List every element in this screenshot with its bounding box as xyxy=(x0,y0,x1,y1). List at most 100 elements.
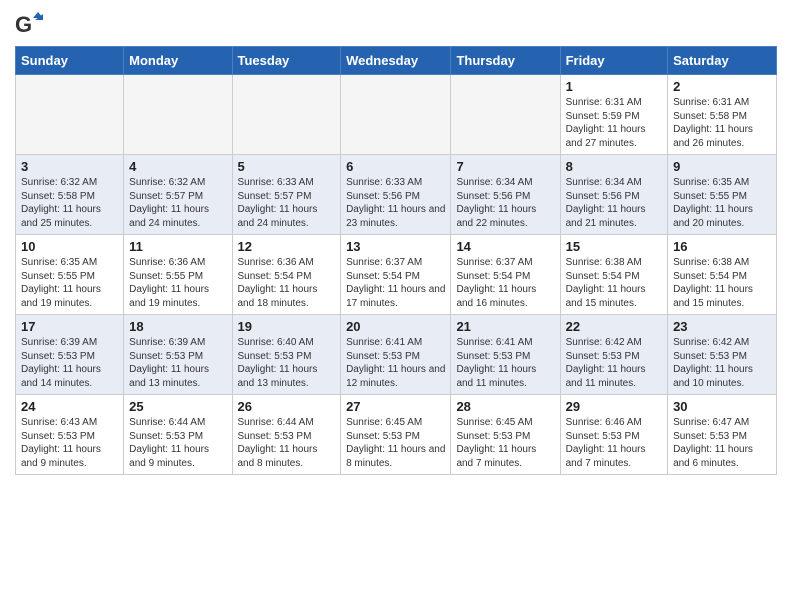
day-number: 11 xyxy=(129,239,226,254)
day-detail: Sunrise: 6:46 AM Sunset: 5:53 PM Dayligh… xyxy=(566,416,662,470)
calendar-cell: 18 Sunrise: 6:39 AM Sunset: 5:53 PM Dayli… xyxy=(124,315,232,395)
day-detail: Sunrise: 6:44 AM Sunset: 5:53 PM Dayligh… xyxy=(129,416,226,470)
logo-icon: G xyxy=(15,10,43,38)
day-number: 8 xyxy=(566,159,662,174)
calendar-cell: 19Sunrise: 6:40 AM Sunset: 5:53 PM Dayli… xyxy=(232,315,341,395)
logo: G xyxy=(15,10,47,38)
day-detail: Sunrise: 6:35 AM Sunset: 5:55 PM Dayligh… xyxy=(673,176,771,230)
day-number: 15 xyxy=(566,239,662,254)
day-detail: Sunrise: 6:36 AM Sunset: 5:54 PM Dayligh… xyxy=(238,256,336,310)
calendar-cell xyxy=(124,75,232,155)
calendar-cell: 21 Sunrise: 6:41 AM Sunset: 5:53 PM Dayli… xyxy=(451,315,560,395)
day-number: 10 xyxy=(21,239,118,254)
day-number: 4 xyxy=(129,159,226,174)
day-number: 25 xyxy=(129,399,226,414)
weekday-header-monday: Monday xyxy=(124,47,232,75)
day-number: 30 xyxy=(673,399,771,414)
day-detail: Sunrise: 6:36 AM Sunset: 5:55 PM Dayligh… xyxy=(129,256,226,310)
calendar-cell: 23 Sunrise: 6:42 AM Sunset: 5:53 PM Dayli… xyxy=(668,315,777,395)
calendar-cell: 29 Sunrise: 6:46 AM Sunset: 5:53 PM Dayli… xyxy=(560,395,667,475)
calendar: SundayMondayTuesdayWednesdayThursdayFrid… xyxy=(15,46,777,475)
day-detail: Sunrise: 6:32 AM Sunset: 5:58 PM Dayligh… xyxy=(21,176,118,230)
day-number: 16 xyxy=(673,239,771,254)
weekday-header-thursday: Thursday xyxy=(451,47,560,75)
day-number: 24 xyxy=(21,399,118,414)
day-detail: Sunrise: 6:39 AM Sunset: 5:53 PM Dayligh… xyxy=(21,336,118,390)
day-number: 1 xyxy=(566,79,662,94)
day-detail: Sunrise: 6:44 AM Sunset: 5:53 PM Dayligh… xyxy=(238,416,336,470)
calendar-cell: 11 Sunrise: 6:36 AM Sunset: 5:55 PM Dayli… xyxy=(124,235,232,315)
day-number: 14 xyxy=(456,239,554,254)
header: G xyxy=(15,10,777,38)
page: G SundayMondayTuesdayWednesdayThursdayFr… xyxy=(0,0,792,490)
day-number: 2 xyxy=(673,79,771,94)
calendar-cell: 13 Sunrise: 6:37 AM Sunset: 5:54 PM Dayli… xyxy=(341,235,451,315)
calendar-cell: 9 Sunrise: 6:35 AM Sunset: 5:55 PM Daylig… xyxy=(668,155,777,235)
day-number: 17 xyxy=(21,319,118,334)
calendar-cell: 26 Sunrise: 6:44 AM Sunset: 5:53 PM Dayli… xyxy=(232,395,341,475)
day-detail: Sunrise: 6:39 AM Sunset: 5:53 PM Dayligh… xyxy=(129,336,226,390)
day-number: 28 xyxy=(456,399,554,414)
calendar-cell: 27Sunrise: 6:45 AM Sunset: 5:53 PM Dayli… xyxy=(341,395,451,475)
day-detail: Sunrise: 6:38 AM Sunset: 5:54 PM Dayligh… xyxy=(673,256,771,310)
day-detail: Sunrise: 6:37 AM Sunset: 5:54 PM Dayligh… xyxy=(456,256,554,310)
day-number: 12 xyxy=(238,239,336,254)
calendar-cell: 1 Sunrise: 6:31 AM Sunset: 5:59 PM Daylig… xyxy=(560,75,667,155)
day-number: 20 xyxy=(346,319,445,334)
weekday-header-friday: Friday xyxy=(560,47,667,75)
day-number: 9 xyxy=(673,159,771,174)
calendar-cell: 17 Sunrise: 6:39 AM Sunset: 5:53 PM Dayli… xyxy=(16,315,124,395)
weekday-header-wednesday: Wednesday xyxy=(341,47,451,75)
weekday-header-saturday: Saturday xyxy=(668,47,777,75)
svg-text:G: G xyxy=(15,12,32,37)
calendar-cell: 22Sunrise: 6:42 AM Sunset: 5:53 PM Dayli… xyxy=(560,315,667,395)
day-number: 6 xyxy=(346,159,445,174)
calendar-cell: 14 Sunrise: 6:37 AM Sunset: 5:54 PM Dayli… xyxy=(451,235,560,315)
day-number: 21 xyxy=(456,319,554,334)
day-number: 29 xyxy=(566,399,662,414)
day-detail: Sunrise: 6:35 AM Sunset: 5:55 PM Dayligh… xyxy=(21,256,118,310)
calendar-cell: 15 Sunrise: 6:38 AM Sunset: 5:54 PM Dayli… xyxy=(560,235,667,315)
weekday-header-tuesday: Tuesday xyxy=(232,47,341,75)
calendar-week-3: 17 Sunrise: 6:39 AM Sunset: 5:53 PM Dayli… xyxy=(16,315,777,395)
day-number: 23 xyxy=(673,319,771,334)
day-number: 26 xyxy=(238,399,336,414)
calendar-cell xyxy=(16,75,124,155)
calendar-cell xyxy=(341,75,451,155)
calendar-cell: 5Sunrise: 6:33 AM Sunset: 5:57 PM Daylig… xyxy=(232,155,341,235)
day-detail: Sunrise: 6:34 AM Sunset: 5:56 PM Dayligh… xyxy=(566,176,662,230)
day-detail: Sunrise: 6:38 AM Sunset: 5:54 PM Dayligh… xyxy=(566,256,662,310)
calendar-cell xyxy=(451,75,560,155)
calendar-cell: 12 Sunrise: 6:36 AM Sunset: 5:54 PM Dayli… xyxy=(232,235,341,315)
day-detail: Sunrise: 6:31 AM Sunset: 5:59 PM Dayligh… xyxy=(566,96,662,150)
calendar-week-2: 10 Sunrise: 6:35 AM Sunset: 5:55 PM Dayli… xyxy=(16,235,777,315)
day-detail: Sunrise: 6:41 AM Sunset: 5:53 PM Dayligh… xyxy=(346,336,445,390)
calendar-cell: 28 Sunrise: 6:45 AM Sunset: 5:53 PM Dayli… xyxy=(451,395,560,475)
day-detail: Sunrise: 6:37 AM Sunset: 5:54 PM Dayligh… xyxy=(346,256,445,310)
weekday-header-sunday: Sunday xyxy=(16,47,124,75)
calendar-week-1: 3Sunrise: 6:32 AM Sunset: 5:58 PM Daylig… xyxy=(16,155,777,235)
day-number: 19 xyxy=(238,319,336,334)
calendar-cell: 7Sunrise: 6:34 AM Sunset: 5:56 PM Daylig… xyxy=(451,155,560,235)
day-number: 18 xyxy=(129,319,226,334)
day-detail: Sunrise: 6:31 AM Sunset: 5:58 PM Dayligh… xyxy=(673,96,771,150)
day-number: 7 xyxy=(456,159,554,174)
day-detail: Sunrise: 6:42 AM Sunset: 5:53 PM Dayligh… xyxy=(673,336,771,390)
weekday-row: SundayMondayTuesdayWednesdayThursdayFrid… xyxy=(16,47,777,75)
day-number: 5 xyxy=(238,159,336,174)
day-number: 27 xyxy=(346,399,445,414)
calendar-week-4: 24 Sunrise: 6:43 AM Sunset: 5:53 PM Dayli… xyxy=(16,395,777,475)
day-detail: Sunrise: 6:41 AM Sunset: 5:53 PM Dayligh… xyxy=(456,336,554,390)
calendar-cell xyxy=(232,75,341,155)
day-detail: Sunrise: 6:32 AM Sunset: 5:57 PM Dayligh… xyxy=(129,176,226,230)
calendar-cell: 6Sunrise: 6:33 AM Sunset: 5:56 PM Daylig… xyxy=(341,155,451,235)
calendar-cell: 2 Sunrise: 6:31 AM Sunset: 5:58 PM Daylig… xyxy=(668,75,777,155)
day-detail: Sunrise: 6:42 AM Sunset: 5:53 PM Dayligh… xyxy=(566,336,662,390)
calendar-cell: 20 Sunrise: 6:41 AM Sunset: 5:53 PM Dayli… xyxy=(341,315,451,395)
calendar-cell: 3Sunrise: 6:32 AM Sunset: 5:58 PM Daylig… xyxy=(16,155,124,235)
calendar-cell: 24 Sunrise: 6:43 AM Sunset: 5:53 PM Dayli… xyxy=(16,395,124,475)
day-detail: Sunrise: 6:43 AM Sunset: 5:53 PM Dayligh… xyxy=(21,416,118,470)
calendar-cell: 4 Sunrise: 6:32 AM Sunset: 5:57 PM Daylig… xyxy=(124,155,232,235)
day-detail: Sunrise: 6:45 AM Sunset: 5:53 PM Dayligh… xyxy=(456,416,554,470)
day-number: 13 xyxy=(346,239,445,254)
